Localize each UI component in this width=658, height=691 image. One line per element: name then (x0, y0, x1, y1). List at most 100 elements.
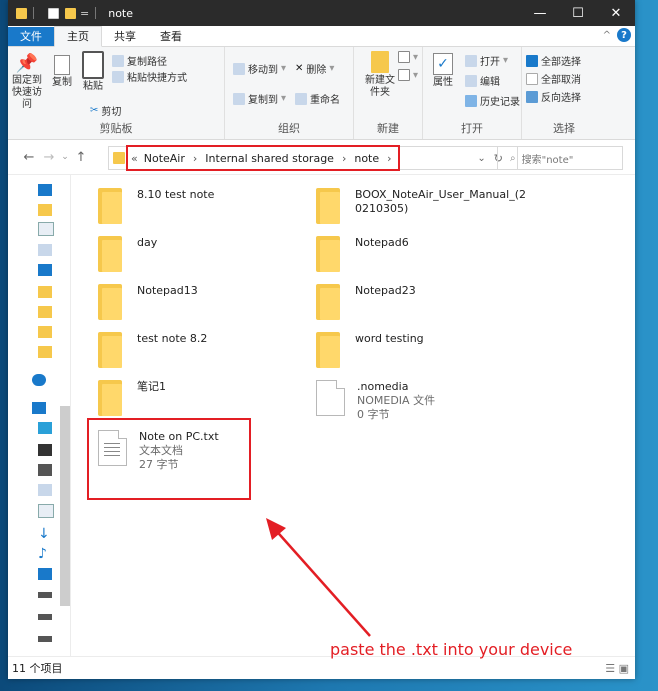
recent-dropdown-icon[interactable]: ⌄ (58, 152, 72, 162)
monitor-icon[interactable] (38, 264, 52, 276)
open-group-label: 打开 (461, 122, 483, 135)
item-name: Notepad6 (355, 236, 409, 249)
folder-icon (113, 152, 125, 164)
tab-file[interactable]: 文件 (8, 27, 54, 46)
list-item[interactable]: 笔记1 (98, 380, 166, 416)
invert-selection-button[interactable]: 反向选择 (526, 89, 581, 104)
cut-button[interactable]: ✂ 剪切 (90, 103, 121, 118)
pin-button[interactable]: 📌 固定到快速访问 (10, 53, 44, 111)
select-none-button[interactable]: 全部取消 (526, 71, 581, 86)
rename-button[interactable]: 重命名 (295, 91, 340, 106)
list-item[interactable]: BOOX_NoteAir_User_Manual_(2 0210305) (316, 188, 526, 224)
minimize-button[interactable]: — (521, 0, 559, 26)
clipboard-group: 📌 固定到快速访问 复制 粘贴 复制路径 粘贴快捷方式 ✂ 剪切 剪贴板 (8, 47, 225, 139)
qat-dropdown-icon[interactable]: = (80, 7, 89, 20)
tab-share[interactable]: 共享 (102, 27, 148, 46)
desktop-icon[interactable] (38, 568, 52, 580)
easy-access-button[interactable]: ▾ (398, 69, 418, 81)
collapse-ribbon-icon[interactable]: ^ (603, 30, 611, 41)
list-item[interactable]: 8.10 test note (98, 188, 214, 224)
folder-icon[interactable] (38, 346, 52, 358)
list-item[interactable]: Notepad6 (316, 236, 409, 272)
item-name: test note 8.2 (137, 332, 208, 345)
folder-icon[interactable] (38, 326, 52, 338)
item-name: word testing (355, 332, 424, 345)
new-folder-button[interactable]: 新建文件夹 (362, 51, 398, 99)
drive-icon[interactable] (38, 592, 52, 598)
search-input[interactable]: ⌕ 搜索"note" (497, 146, 623, 170)
ribbon-tabs: 文件 主页 共享 查看 ^ ? (8, 26, 635, 47)
rename-icon (295, 92, 307, 105)
item-name: day (137, 236, 158, 249)
scissors-icon: ✂ (90, 105, 99, 116)
tab-home[interactable]: 主页 (54, 26, 102, 47)
folder-icon (316, 332, 340, 368)
new-item-button[interactable]: ▾ (398, 51, 418, 63)
close-button[interactable]: ✕ (597, 0, 635, 26)
easy-access-icon (398, 69, 410, 81)
paste-shortcut-button[interactable]: 粘贴快捷方式 (112, 69, 187, 84)
drive-icon[interactable] (38, 484, 52, 496)
desktop-icon[interactable] (38, 184, 52, 196)
onedrive-icon[interactable] (32, 374, 46, 386)
copy-path-button[interactable]: 复制路径 (112, 53, 167, 68)
item-name: Notepad23 (355, 284, 416, 297)
this-pc-icon[interactable] (32, 402, 46, 414)
3d-objects-icon[interactable] (38, 422, 52, 434)
properties-icon[interactable] (48, 7, 59, 19)
address-dropdown-icon[interactable]: ⌄ (477, 153, 485, 164)
maximize-button[interactable]: ☐ (559, 0, 597, 26)
drive-icon[interactable] (38, 614, 52, 620)
document-icon[interactable] (38, 504, 54, 518)
folder-icon (98, 188, 122, 224)
organize-group: 移动到 ▾ ✕ 删除 ▾ 复制到 ▾ 重命名 组织 (225, 47, 354, 139)
document-icon[interactable] (38, 222, 54, 236)
help-icon[interactable]: ? (617, 28, 631, 42)
paste-button[interactable]: 粘贴 (80, 51, 106, 93)
drive-icon[interactable] (38, 636, 52, 642)
new-folder-icon[interactable] (65, 7, 76, 19)
tab-view[interactable]: 查看 (148, 27, 194, 46)
select-all-button[interactable]: 全部选择 (526, 53, 581, 68)
address-highlight-box (126, 145, 400, 171)
invert-selection-icon (526, 90, 538, 103)
edit-button[interactable]: 编辑 (465, 73, 500, 88)
up-arrow-icon[interactable]: ↑ (74, 150, 88, 165)
folder-icon (316, 188, 340, 224)
device-icon[interactable] (38, 444, 52, 456)
select-all-icon (526, 54, 538, 67)
list-item[interactable]: day (98, 236, 157, 272)
list-item[interactable]: .nomedia NOMEDIA 文件 0 字节 (316, 380, 435, 422)
forward-arrow-icon[interactable]: → (42, 150, 56, 165)
pin-icon: 📌 (15, 53, 39, 74)
copy-to-icon (233, 92, 245, 105)
edit-icon (465, 74, 477, 87)
list-item[interactable]: Notepad23 (316, 284, 416, 320)
folder-icon[interactable] (38, 204, 52, 216)
folder-icon (98, 284, 122, 320)
explorer-window: = note — ☐ ✕ 文件 主页 共享 查看 ^ ? 📌 固定到快速访问 复 (8, 0, 635, 679)
download-icon[interactable]: ↓ (38, 526, 52, 542)
open-button[interactable]: 打开 ▾ (465, 53, 508, 68)
copy-button[interactable]: 复制 (50, 53, 74, 89)
new-item-icon (398, 51, 410, 63)
checkmark-icon: ✓ (433, 53, 453, 75)
list-item[interactable]: word testing (316, 332, 424, 368)
list-item[interactable]: Notepad13 (98, 284, 198, 320)
drive-icon[interactable] (38, 244, 52, 256)
list-item[interactable]: test note 8.2 (98, 332, 207, 368)
music-icon[interactable]: ♪ (38, 546, 52, 562)
properties-button[interactable]: ✓ 属性 (429, 53, 457, 89)
item-size: 0 字节 (357, 408, 390, 421)
tablet-icon[interactable] (38, 464, 52, 476)
sidebar-scrollbar[interactable] (60, 406, 70, 606)
clipboard-group-label: 剪贴板 (99, 122, 133, 135)
view-toggle-icon[interactable]: ☰ ▣ (605, 662, 629, 675)
folder-icon[interactable] (38, 306, 52, 318)
back-arrow-icon[interactable]: ← (22, 150, 36, 165)
move-to-button[interactable]: 移动到 ▾ (233, 61, 286, 76)
delete-button[interactable]: ✕ 删除 ▾ (295, 61, 334, 76)
folder-icon[interactable] (38, 286, 52, 298)
history-button[interactable]: 历史记录 (465, 93, 520, 108)
copy-to-button[interactable]: 复制到 ▾ (233, 91, 286, 106)
